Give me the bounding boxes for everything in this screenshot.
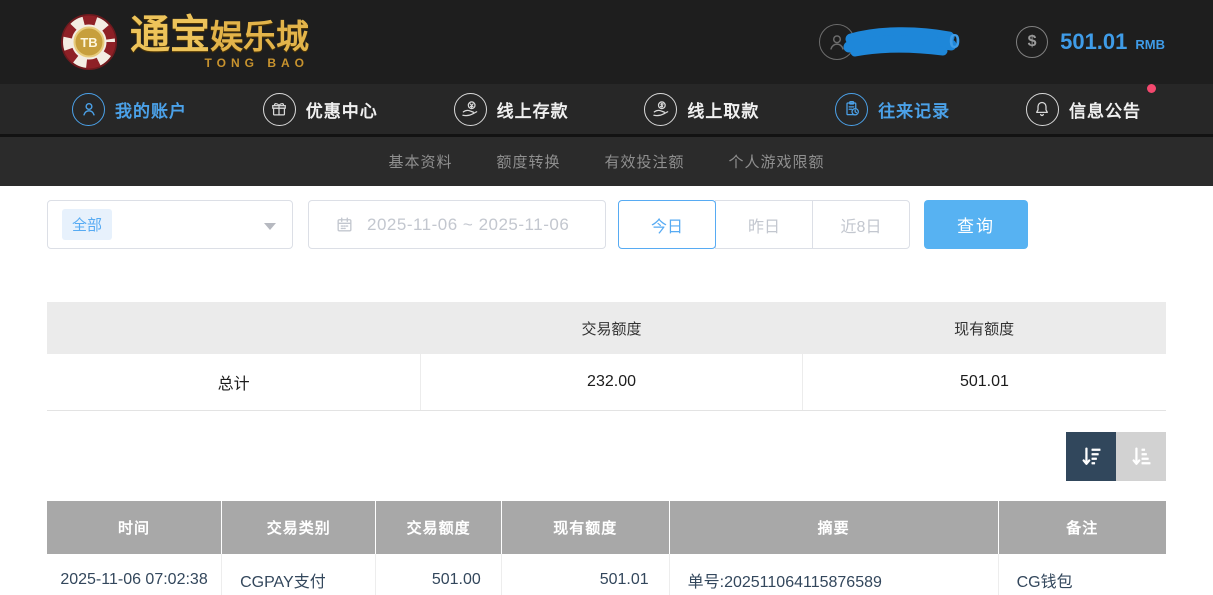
date-range-value: 2025-11-06 ~ 2025-11-06 <box>367 215 569 235</box>
quick-range-group: 今日 昨日 近8日 <box>618 200 910 249</box>
record-transaction-amount: 501.00 <box>376 554 501 595</box>
summary-col-current-balance: 现有额度 <box>802 302 1166 354</box>
filter-row: 全部 2025-11-06 ~ 2025-11-06 今日 昨日 近8日 查询 <box>47 200 1166 249</box>
record-current-balance: 501.01 <box>501 554 669 595</box>
nav-label: 线上取款 <box>687 97 759 122</box>
sort-descending-button[interactable] <box>1066 432 1116 481</box>
range-button-last-8-days[interactable]: 近8日 <box>812 200 910 249</box>
nav-item-announcements[interactable]: 信息公告 <box>1026 93 1141 126</box>
nav-label: 我的账户 <box>115 97 187 122</box>
summary-total-row: 总计 232.00 501.01 <box>47 354 1166 411</box>
sort-descending-icon <box>1078 443 1105 470</box>
date-range-input[interactable]: 2025-11-06 ~ 2025-11-06 <box>308 200 606 249</box>
table-row: 2025-11-06 07:02:38 CGPAY支付 501.00 501.0… <box>47 554 1166 595</box>
header-right: 0 $ 501.01 RMB <box>819 24 1165 60</box>
casino-chip-icon: TB <box>60 13 118 71</box>
subnav-item-credit-transfer[interactable]: 额度转换 <box>496 151 560 172</box>
balance-amount: 501.01 <box>1060 29 1127 55</box>
bell-icon <box>1026 93 1059 126</box>
withdraw-icon <box>644 93 677 126</box>
sub-navigation: 基本资料 额度转换 有效投注额 个人游戏限额 <box>0 137 1213 186</box>
calendar-icon <box>335 215 354 234</box>
sort-ascending-icon <box>1128 443 1155 470</box>
record-remark: CG钱包 <box>998 554 1166 595</box>
summary-header-row: 交易额度 现有额度 <box>47 302 1166 354</box>
site-title: 通宝娱乐城 <box>130 15 309 55</box>
sort-ascending-button[interactable] <box>1116 432 1166 481</box>
gift-icon <box>263 93 296 126</box>
record-type: CGPAY支付 <box>222 554 376 595</box>
logo-text: 通宝娱乐城 TONG BAO <box>130 15 309 69</box>
notification-dot <box>1147 84 1156 93</box>
range-button-yesterday[interactable]: 昨日 <box>715 200 813 249</box>
summary-total-transaction: 232.00 <box>421 354 803 411</box>
nav-item-deposit[interactable]: 线上存款 <box>454 93 569 126</box>
nav-item-transaction-records[interactable]: 往来记录 <box>835 93 950 126</box>
summary-total-balance: 501.01 <box>802 354 1166 411</box>
nav-item-promotions[interactable]: 优惠中心 <box>263 93 378 126</box>
content: 全部 2025-11-06 ~ 2025-11-06 今日 昨日 近8日 查询 <box>0 200 1213 595</box>
dollar-icon: $ <box>1016 26 1048 58</box>
chip-label: TB <box>80 35 97 50</box>
main-navigation: 我的账户 优惠中心 <box>0 84 1213 137</box>
summary-col-transaction-amount: 交易额度 <box>421 302 803 354</box>
balance[interactable]: $ 501.01 RMB <box>1016 26 1165 58</box>
summary-total-label: 总计 <box>47 354 421 411</box>
records-col-summary: 摘要 <box>669 501 998 554</box>
username-visible-suffix: 0 <box>949 31 960 54</box>
site-subtitle: TONG BAO <box>130 57 309 69</box>
records-col-type: 交易类别 <box>222 501 376 554</box>
record-time: 2025-11-06 07:02:38 <box>47 554 222 595</box>
top-header: TB 通宝娱乐城 TONG BAO <box>0 0 1213 84</box>
records-col-remark: 备注 <box>998 501 1166 554</box>
logo[interactable]: TB 通宝娱乐城 TONG BAO <box>60 13 309 71</box>
site-title-primary: 通宝 <box>130 13 210 57</box>
records-col-time: 时间 <box>47 501 222 554</box>
selected-type-tag: 全部 <box>62 209 112 240</box>
subnav-item-valid-bets[interactable]: 有效投注额 <box>605 151 685 172</box>
site-title-secondary: 娱乐城 <box>210 18 309 55</box>
nav-item-my-account[interactable]: 我的账户 <box>72 93 187 126</box>
records-header-row: 时间 交易类别 交易额度 现有额度 摘要 备注 <box>47 501 1166 554</box>
subnav-item-basic-info[interactable]: 基本资料 <box>388 151 452 172</box>
chevron-down-icon <box>264 223 276 230</box>
user-account[interactable]: 0 <box>819 24 960 60</box>
records-icon <box>835 93 868 126</box>
records-table: 时间 交易类别 交易额度 现有额度 摘要 备注 2025-11-06 07:02… <box>47 501 1166 595</box>
records-col-current-balance: 现有额度 <box>501 501 669 554</box>
range-button-today[interactable]: 今日 <box>618 200 716 249</box>
deposit-icon <box>454 93 487 126</box>
nav-label: 线上存款 <box>497 97 569 122</box>
subnav-item-game-limits[interactable]: 个人游戏限额 <box>729 151 825 172</box>
transaction-type-select[interactable]: 全部 <box>47 200 293 249</box>
nav-label: 优惠中心 <box>306 97 378 122</box>
nav-label: 往来记录 <box>878 97 950 122</box>
search-button[interactable]: 查询 <box>924 200 1028 249</box>
redaction-scribble <box>841 24 957 60</box>
summary-table: 交易额度 现有额度 总计 232.00 501.01 <box>47 302 1166 411</box>
balance-currency: RMB <box>1135 37 1165 52</box>
transaction-records-page: TB 通宝娱乐城 TONG BAO <box>0 0 1213 595</box>
nav-item-withdraw[interactable]: 线上取款 <box>644 93 759 126</box>
records-col-transaction-amount: 交易额度 <box>376 501 501 554</box>
sort-controls <box>47 432 1166 481</box>
dollar-glyph: $ <box>1028 33 1037 51</box>
record-summary: 单号:202511064115876589 <box>669 554 998 595</box>
user-icon <box>72 93 105 126</box>
nav-label: 信息公告 <box>1069 97 1141 122</box>
summary-col-empty <box>47 302 421 354</box>
